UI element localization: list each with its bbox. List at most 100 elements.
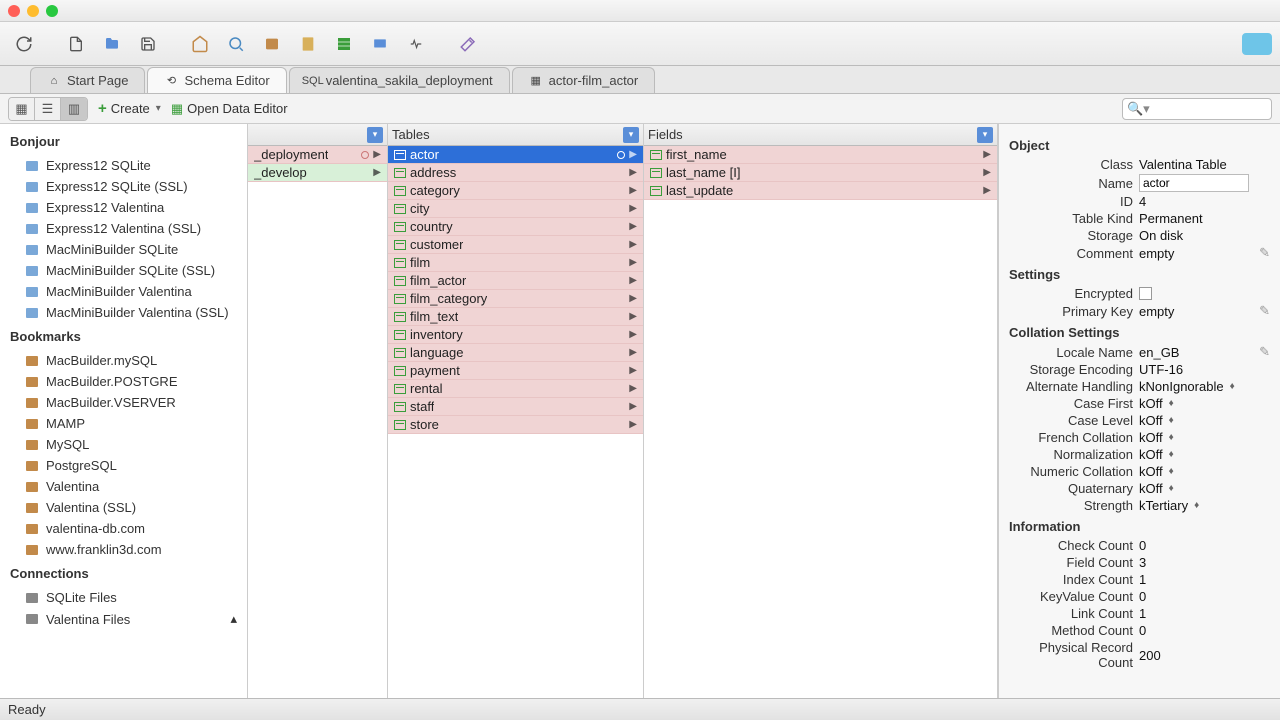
table-row[interactable]: actor▶ [388, 146, 643, 164]
sidebar-item[interactable]: MAMP [0, 413, 247, 434]
close-window[interactable] [8, 5, 20, 17]
tab-schema-editor[interactable]: ⟲Schema Editor [147, 67, 286, 93]
sidebar-item[interactable]: Express12 Valentina [0, 197, 247, 218]
tables-header[interactable]: Tables▾ [388, 124, 643, 146]
field-row[interactable]: last_update▶ [644, 182, 997, 200]
sidebar-item[interactable]: MacBuilder.POSTGRE [0, 371, 247, 392]
sidebar-item[interactable]: PostgreSQL [0, 455, 247, 476]
table-row[interactable]: film▶ [388, 254, 643, 272]
edit-icon[interactable]: ✎ [1259, 303, 1270, 319]
open-data-editor-button[interactable]: ▦Open Data Editor [171, 101, 288, 117]
fields-header[interactable]: Fields▾ [644, 124, 997, 146]
search-button[interactable] [220, 30, 252, 58]
sql-button[interactable] [256, 30, 288, 58]
chevron-right-icon: ▶ [629, 311, 637, 322]
sidebar-section-header: Bookmarks [0, 323, 247, 350]
table-row[interactable]: store▶ [388, 416, 643, 434]
tab-actor-film-actor[interactable]: ▦actor-film_actor [512, 67, 656, 93]
inspector-row: Field Count3 [1009, 555, 1270, 570]
dropdown-icon[interactable]: ♦ [1169, 466, 1174, 477]
sidebar-item[interactable]: MacMiniBuilder SQLite (SSL) [0, 260, 247, 281]
table-row[interactable]: language▶ [388, 344, 643, 362]
sidebar-item[interactable]: MacMiniBuilder Valentina [0, 281, 247, 302]
databases-header[interactable]: ▾ [248, 124, 387, 146]
sidebar-item[interactable]: MacMiniBuilder SQLite [0, 239, 247, 260]
sidebar-item[interactable]: MySQL [0, 434, 247, 455]
view-list[interactable]: ☰ [35, 98, 61, 120]
table-row[interactable]: film_category▶ [388, 290, 643, 308]
table-row[interactable]: inventory▶ [388, 326, 643, 344]
chevron-right-icon: ▶ [373, 149, 381, 160]
table-row[interactable]: city▶ [388, 200, 643, 218]
sidebar-item[interactable]: Express12 SQLite [0, 155, 247, 176]
save-button[interactable] [132, 30, 164, 58]
table-icon [394, 330, 406, 340]
view-diagram[interactable]: ▦ [9, 98, 35, 120]
table-row[interactable]: staff▶ [388, 398, 643, 416]
zoom-window[interactable] [46, 5, 58, 17]
table-row[interactable]: rental▶ [388, 380, 643, 398]
sidebar-item[interactable]: MacMiniBuilder Valentina (SSL) [0, 302, 247, 323]
inspector-row: Encrypted [1009, 286, 1270, 301]
create-button[interactable]: +Create ▾ [98, 100, 161, 117]
database-row[interactable]: _deployment▶ [248, 146, 387, 164]
table-icon [394, 402, 406, 412]
view-columns[interactable]: ▥ [61, 98, 87, 120]
table-row[interactable]: film_actor▶ [388, 272, 643, 290]
field-row[interactable]: first_name▶ [644, 146, 997, 164]
tab-start-page[interactable]: ⌂Start Page [30, 67, 145, 93]
tab-valentina-sakila-deployment[interactable]: SQLvalentina_sakila_deployment [289, 67, 510, 93]
sidebar-item[interactable]: valentina-db.com [0, 518, 247, 539]
report-button[interactable] [292, 30, 324, 58]
dropdown-icon[interactable]: ♦ [1194, 500, 1199, 511]
sidebar-item[interactable]: Valentina (SSL) [0, 497, 247, 518]
sidebar-item[interactable]: MacBuilder.mySQL [0, 350, 247, 371]
edit-icon[interactable]: ✎ [1259, 245, 1270, 261]
refresh-button[interactable] [8, 30, 40, 58]
table-row[interactable]: customer▶ [388, 236, 643, 254]
sidebar-item[interactable]: Valentina [0, 476, 247, 497]
wand-button[interactable] [452, 30, 484, 58]
checkbox[interactable] [1139, 287, 1152, 300]
table-icon [394, 168, 406, 178]
sidebar-item[interactable]: www.franklin3d.com [0, 539, 247, 560]
chat-button[interactable] [1242, 33, 1272, 55]
dropdown-icon[interactable]: ♦ [1230, 381, 1235, 392]
sidebar-item[interactable]: Express12 SQLite (SSL) [0, 176, 247, 197]
chevron-right-icon: ▶ [983, 185, 991, 196]
table-row[interactable]: address▶ [388, 164, 643, 182]
open-folder-button[interactable] [96, 30, 128, 58]
dropdown-icon[interactable]: ▾ [977, 127, 993, 143]
dropdown-icon[interactable]: ▾ [367, 127, 383, 143]
forms-button[interactable] [364, 30, 396, 58]
expand-icon[interactable]: ▴ [230, 611, 237, 627]
search-input[interactable]: 🔍▾ [1122, 98, 1272, 120]
new-file-button[interactable] [60, 30, 92, 58]
plus-icon: + [98, 100, 107, 117]
dropdown-icon[interactable]: ♦ [1169, 483, 1174, 494]
dropdown-icon[interactable]: ▾ [623, 127, 639, 143]
table-row[interactable]: film_text▶ [388, 308, 643, 326]
minimize-window[interactable] [27, 5, 39, 17]
table-row[interactable]: payment▶ [388, 362, 643, 380]
chevron-right-icon: ▶ [983, 167, 991, 178]
diagnostics-button[interactable] [400, 30, 432, 58]
dropdown-icon[interactable]: ♦ [1169, 449, 1174, 460]
dropdown-icon[interactable]: ♦ [1169, 398, 1174, 409]
database-row[interactable]: _develop▶ [248, 164, 387, 182]
sidebar-item[interactable]: Valentina Files▴ [0, 608, 247, 630]
sidebar-item[interactable]: MacBuilder.VSERVER [0, 392, 247, 413]
data-editor-button[interactable] [328, 30, 360, 58]
home-button[interactable] [184, 30, 216, 58]
name-input[interactable] [1139, 174, 1249, 192]
table-row[interactable]: country▶ [388, 218, 643, 236]
fields-column: Fields▾ first_name▶last_name [I]▶last_up… [644, 124, 998, 698]
edit-icon[interactable]: ✎ [1259, 344, 1270, 360]
dropdown-icon[interactable]: ♦ [1169, 432, 1174, 443]
chevron-right-icon: ▶ [629, 149, 637, 160]
sidebar-item[interactable]: Express12 Valentina (SSL) [0, 218, 247, 239]
table-row[interactable]: category▶ [388, 182, 643, 200]
dropdown-icon[interactable]: ♦ [1169, 415, 1174, 426]
sidebar-item[interactable]: SQLite Files [0, 587, 247, 608]
field-row[interactable]: last_name [I]▶ [644, 164, 997, 182]
